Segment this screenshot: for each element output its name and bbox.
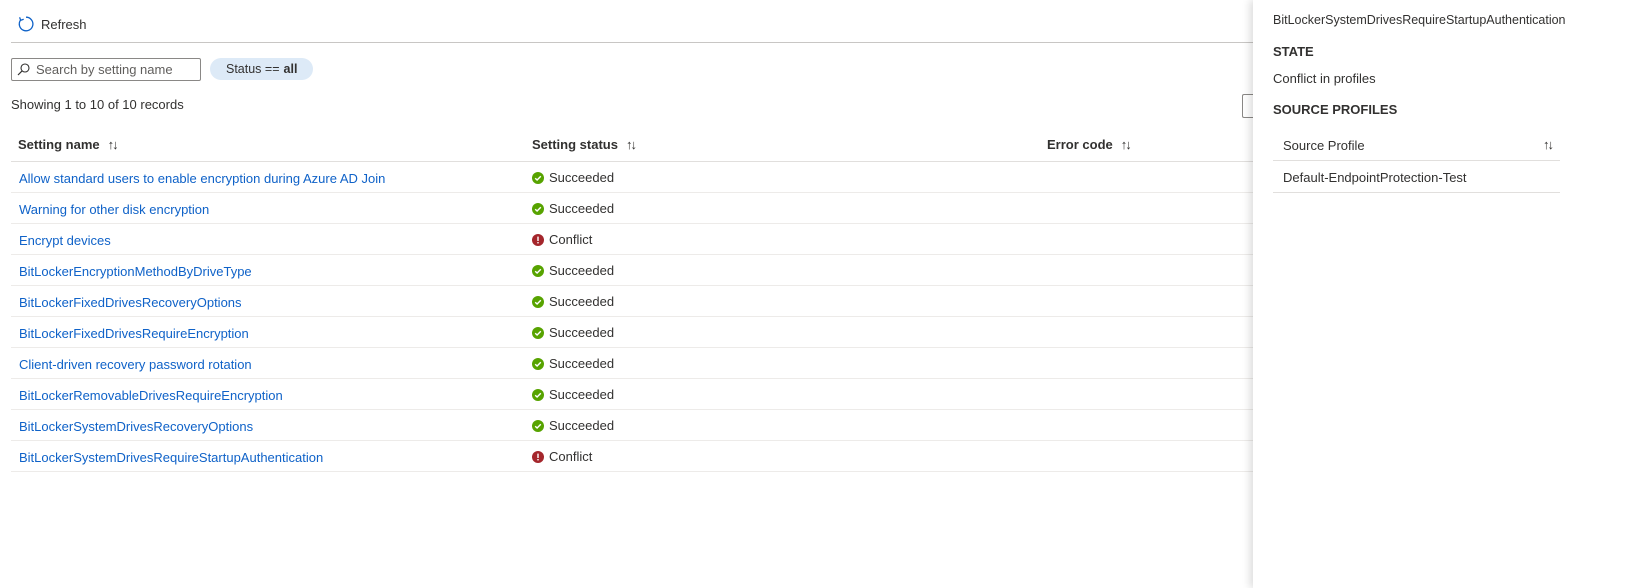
column-header-setting-status[interactable]: Setting status ↑↓ (532, 137, 637, 152)
conflict-error-icon (532, 450, 544, 463)
success-check-icon (532, 295, 544, 308)
status-filter-pill[interactable]: Status == all (210, 58, 314, 80)
source-profiles-table: Source Profile ↑↓ Default-EndpointProtec… (1273, 128, 1560, 193)
records-count: Showing 1 to 10 of 10 records (11, 97, 184, 112)
search-input[interactable] (36, 62, 196, 77)
table-row[interactable]: BitLockerSystemDrivesRecoveryOptions Succ… (11, 410, 1305, 441)
sort-icon: ↑↓ (625, 137, 637, 152)
table-header: Setting name ↑↓ Setting status ↑↓ Error … (11, 128, 1305, 162)
setting-name-link[interactable]: BitLockerEncryptionMethodByDriveType (19, 264, 252, 279)
setting-status-label: Succeeded (549, 356, 615, 371)
source-profile-name: Default-EndpointProtection-Test (1283, 170, 1467, 185)
setting-status-label: Succeeded (549, 418, 615, 433)
column-header-error-code[interactable]: Error code ↑↓ (1047, 137, 1132, 152)
setting-status-label: Conflict (549, 232, 593, 247)
column-header-label: Error code (1047, 137, 1113, 152)
sort-icon: ↑↓ (107, 137, 119, 152)
setting-status: Succeeded (532, 294, 614, 309)
source-profile-column-header[interactable]: Source Profile (1283, 138, 1365, 153)
setting-status-label: Succeeded (549, 170, 615, 185)
sort-icon[interactable]: ↑↓ (1543, 137, 1554, 152)
table-body: Allow standard users to enable encryptio… (11, 162, 1305, 472)
setting-status-label: Succeeded (549, 294, 615, 309)
setting-status: Succeeded (532, 263, 614, 278)
conflict-error-icon (532, 233, 544, 246)
success-check-icon (532, 357, 544, 370)
table-row[interactable]: Client-driven recovery password rotation… (11, 348, 1305, 379)
setting-name-link[interactable]: Encrypt devices (19, 233, 111, 248)
setting-name-link[interactable]: BitLockerSystemDrivesRecoveryOptions (19, 419, 253, 434)
table-row[interactable]: BitLockerEncryptionMethodByDriveType Succ… (11, 255, 1305, 286)
success-check-icon (532, 202, 544, 215)
setting-status: Succeeded (532, 418, 614, 433)
source-profile-row: Default-EndpointProtection-Test (1273, 161, 1560, 193)
setting-status: Succeeded (532, 201, 614, 216)
table-row[interactable]: Warning for other disk encryption Succeed… (11, 193, 1305, 224)
setting-status: Conflict (532, 449, 592, 464)
success-check-icon (532, 171, 544, 184)
setting-name-link[interactable]: BitLockerRemovableDrivesRequireEncryptio… (19, 388, 283, 403)
panel-title: BitLockerSystemDrivesRequireStartupAuthe… (1273, 13, 1566, 27)
table-row[interactable]: Encrypt devices Conflict (11, 224, 1305, 255)
table-row[interactable]: BitLockerFixedDrivesRequireEncryption Suc… (11, 317, 1305, 348)
table-row[interactable]: Allow standard users to enable encryptio… (11, 162, 1305, 193)
setting-status-label: Succeeded (549, 201, 615, 216)
table-row[interactable]: BitLockerRemovableDrivesRequireEncryptio… (11, 379, 1305, 410)
setting-status: Succeeded (532, 170, 614, 185)
column-header-setting-name[interactable]: Setting name ↑↓ (18, 137, 119, 152)
search-box[interactable] (11, 58, 201, 81)
source-profiles-header: Source Profile ↑↓ (1273, 128, 1560, 161)
setting-name-link[interactable]: BitLockerFixedDrivesRequireEncryption (19, 326, 249, 341)
state-value: Conflict in profiles (1273, 71, 1376, 86)
setting-name-link[interactable]: Allow standard users to enable encryptio… (19, 171, 385, 186)
setting-status: Succeeded (532, 325, 614, 340)
search-icon (17, 63, 30, 76)
source-profiles-heading: SOURCE PROFILES (1273, 102, 1398, 117)
setting-name-link[interactable]: BitLockerFixedDrivesRecoveryOptions (19, 295, 242, 310)
setting-name-link[interactable]: Client-driven recovery password rotation (19, 357, 252, 372)
setting-status-label: Succeeded (549, 263, 615, 278)
refresh-icon (18, 16, 34, 32)
status-filter-prefix: Status == (226, 62, 280, 76)
refresh-button[interactable]: Refresh (17, 15, 87, 33)
main-content: Refresh Status == all Showing 1 to 10 of… (0, 0, 1305, 588)
success-check-icon (532, 326, 544, 339)
setting-status-label: Succeeded (549, 325, 615, 340)
table-row[interactable]: BitLockerSystemDrivesRequireStartupAuthe… (11, 441, 1305, 472)
sort-icon: ↑↓ (1120, 137, 1132, 152)
table-row[interactable]: BitLockerFixedDrivesRecoveryOptions Succe… (11, 286, 1305, 317)
state-heading: STATE (1273, 44, 1314, 59)
success-check-icon (532, 388, 544, 401)
setting-status: Conflict (532, 232, 592, 247)
setting-status: Succeeded (532, 387, 614, 402)
setting-name-link[interactable]: Warning for other disk encryption (19, 202, 209, 217)
column-header-label: Setting status (532, 137, 618, 152)
status-filter-value: all (283, 62, 298, 76)
setting-status-label: Conflict (549, 449, 593, 464)
settings-table: Setting name ↑↓ Setting status ↑↓ Error … (11, 128, 1305, 472)
toolbar: Refresh (11, 12, 1305, 43)
details-panel: BitLockerSystemDrivesRequireStartupAuthe… (1253, 0, 1627, 588)
setting-name-link[interactable]: BitLockerSystemDrivesRequireStartupAuthe… (19, 450, 323, 465)
source-profiles-body: Default-EndpointProtection-Test (1273, 161, 1560, 193)
success-check-icon (532, 264, 544, 277)
success-check-icon (532, 419, 544, 432)
setting-status: Succeeded (532, 356, 614, 371)
column-header-label: Setting name (18, 137, 100, 152)
refresh-label: Refresh (41, 16, 87, 32)
setting-status-label: Succeeded (549, 387, 615, 402)
